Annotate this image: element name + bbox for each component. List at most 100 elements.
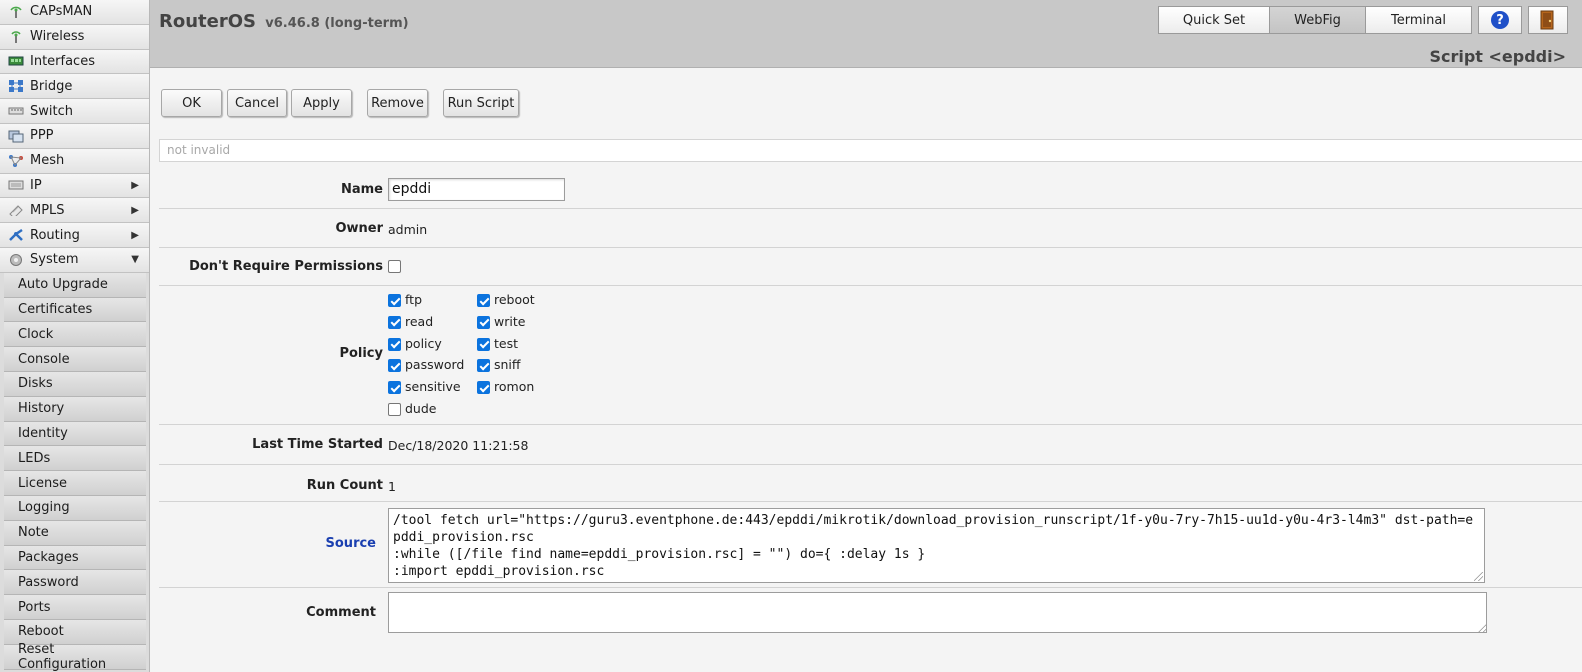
sidebar-item-interfaces[interactable]: Interfaces [0, 49, 149, 75]
sidebar-subitem-identity[interactable]: Identity [4, 421, 146, 447]
last-time-started-label: Last Time Started [252, 437, 383, 452]
webfig-button[interactable]: WebFig [1269, 6, 1366, 34]
expand-arrow-right-icon: ▶ [131, 229, 139, 241]
policy-reboot-label: reboot [494, 292, 535, 307]
comment-label: Comment [306, 605, 376, 620]
policy-dude-checkbox[interactable] [388, 403, 401, 416]
sidebar-item-wireless[interactable]: Wireless [0, 24, 149, 50]
sidebar-item-label: Mesh [30, 153, 65, 169]
sidebar-subitem-password[interactable]: Password [4, 570, 146, 596]
mpls-icon [8, 203, 24, 217]
sidebar: CAPsMAN Wireless Interfaces Bridge Switch PPP… [0, 0, 150, 672]
sidebar-item-routing[interactable]: Routing ▶ [0, 223, 149, 248]
comment-textarea[interactable] [388, 592, 1487, 633]
owner-label: Owner [335, 221, 383, 236]
sidebar-item-system[interactable]: System ▼ [0, 247, 149, 273]
policy-sniff-checkbox[interactable] [477, 359, 490, 373]
sidebar-subitem-packages[interactable]: Packages [4, 545, 146, 571]
policy-read-checkbox[interactable] [388, 315, 401, 329]
policy-row: Policy ftp reboot read write policy test passw… [159, 286, 1582, 425]
sidebar-subitem-leds[interactable]: LEDs [4, 446, 146, 472]
policy-label: Policy [339, 346, 383, 361]
resize-grip-icon[interactable] [1478, 624, 1487, 633]
sidebar-subitem-clock[interactable]: Clock [4, 322, 146, 348]
apply-button[interactable]: Apply [291, 89, 352, 117]
action-bar: OK Cancel Apply Remove Run Script [161, 89, 519, 117]
sidebar-subitem-note[interactable]: Note [4, 520, 146, 546]
ok-button[interactable]: OK [161, 89, 222, 117]
policy-dude-label: dude [405, 401, 437, 416]
run-count-label: Run Count [306, 478, 383, 493]
policy-test-label: test [494, 335, 519, 351]
policy-romon-checkbox[interactable] [477, 381, 490, 395]
sidebar-subitem-console[interactable]: Console [4, 347, 146, 372]
policy-ftp-checkbox[interactable] [388, 294, 401, 307]
expand-arrow-down-icon: ▼ [131, 254, 139, 266]
policy-write-checkbox[interactable] [477, 315, 490, 329]
sidebar-item-ppp[interactable]: PPP [0, 123, 149, 149]
top-toolbar: Quick Set WebFig Terminal ? [1158, 6, 1568, 34]
sidebar-item-label: IP [30, 177, 42, 193]
sidebar-subitem-auto-upgrade[interactable]: Auto Upgrade [4, 272, 146, 298]
sidebar-item-label: MPLS [30, 202, 65, 218]
sidebar-item-mesh[interactable]: Mesh [0, 148, 149, 174]
logout-button[interactable] [1528, 6, 1568, 34]
sidebar-subitem-disks[interactable]: Disks [4, 371, 146, 397]
sidebar-item-label: CAPsMAN [30, 4, 93, 20]
policy-write-label: write [494, 313, 526, 329]
routing-icon [8, 228, 24, 242]
status-bar: not invalid [159, 139, 1582, 162]
owner-row: Owner admin [159, 209, 1582, 248]
run-count-value: 1 [388, 479, 396, 494]
quick-set-button[interactable]: Quick Set [1158, 6, 1270, 34]
interfaces-icon [8, 54, 24, 68]
last-time-started-value: Dec/18/2020 11:21:58 [388, 438, 529, 453]
source-line: /tool fetch url="https://guru3.eventphon… [393, 513, 1474, 545]
switch-icon [8, 104, 24, 118]
policy-test-checkbox[interactable] [477, 337, 490, 351]
source-label[interactable]: Source [326, 536, 376, 551]
help-icon: ? [1491, 11, 1509, 29]
name-input[interactable]: epddi [388, 178, 565, 201]
sidebar-item-mpls[interactable]: MPLS ▶ [0, 198, 149, 224]
bridge-icon [8, 79, 24, 93]
dont-require-permissions-checkbox[interactable] [388, 260, 401, 273]
brand: RouterOS v6.46.8 (long-term) [159, 11, 409, 32]
sidebar-subitem-certificates[interactable]: Certificates [4, 297, 146, 323]
source-divider [159, 587, 1582, 588]
main-panel: OK Cancel Apply Remove Run Script not in… [150, 69, 1582, 672]
sidebar-subitem-license[interactable]: License [4, 471, 146, 496]
cancel-button[interactable]: Cancel [227, 89, 287, 117]
policy-password-checkbox[interactable] [388, 359, 401, 373]
sidebar-item-bridge[interactable]: Bridge [0, 74, 149, 100]
expand-arrow-right-icon: ▶ [131, 204, 139, 216]
terminal-button[interactable]: Terminal [1365, 6, 1472, 34]
sidebar-item-label: Bridge [30, 78, 73, 94]
sidebar-item-capsman[interactable]: CAPsMAN [0, 0, 149, 25]
sidebar-item-ip[interactable]: IP ▶ [0, 173, 149, 199]
resize-grip-icon[interactable] [1474, 572, 1483, 581]
sidebar-subitem-history[interactable]: History [4, 396, 146, 422]
run-script-button[interactable]: Run Script [443, 89, 519, 117]
brand-name: RouterOS [159, 11, 256, 32]
sidebar-subitem-logging[interactable]: Logging [4, 495, 146, 521]
sidebar-subitem-reset-configuration[interactable]: Reset Configuration [4, 642, 146, 672]
policy-policy-checkbox[interactable] [388, 337, 401, 351]
policy-policy-label: policy [405, 335, 442, 351]
sidebar-item-label: Wireless [30, 29, 85, 45]
help-button[interactable]: ? [1478, 6, 1522, 34]
sidebar-subitem-ports[interactable]: Ports [4, 595, 146, 620]
sidebar-item-label: Interfaces [30, 53, 95, 69]
sidebar-item-switch[interactable]: Switch [0, 99, 149, 124]
run-count-row: Run Count 1 [159, 465, 1582, 502]
source-line: :while ([/file find name=epddi_provision… [393, 547, 926, 562]
name-row: Name epddi [159, 162, 1582, 209]
sidebar-item-label: Switch [30, 103, 73, 119]
policy-sensitive-checkbox[interactable] [388, 381, 401, 395]
source-textarea[interactable]: /tool fetch url="https://guru3.eventphon… [388, 508, 1485, 583]
remove-button[interactable]: Remove [367, 89, 428, 117]
source-line: :import epddi_provision.rsc [393, 564, 605, 579]
version-label: v6.46.8 (long-term) [265, 16, 409, 31]
policy-sensitive-label: sensitive [405, 379, 461, 395]
policy-reboot-checkbox[interactable] [477, 294, 490, 307]
